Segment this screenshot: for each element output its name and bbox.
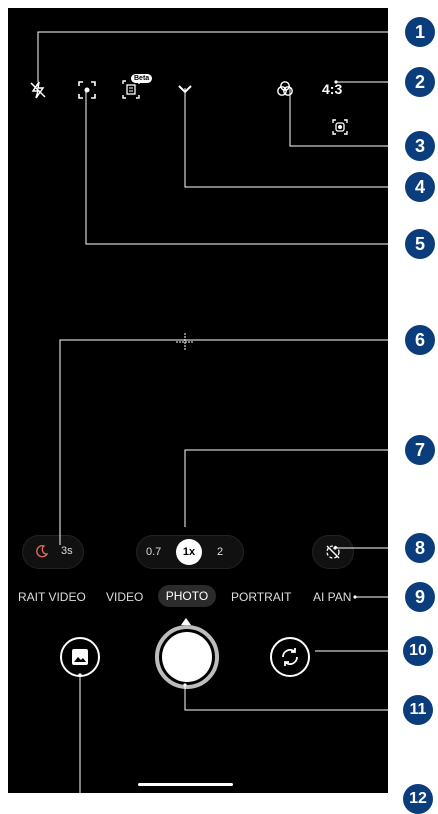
callout-lines (37, 31, 405, 801)
callout-1: 1 (405, 17, 435, 47)
callout-7: 7 (405, 435, 435, 465)
callout-4: 4 (405, 172, 435, 202)
callout-5: 5 (405, 229, 435, 259)
callout-8: 8 (405, 533, 435, 563)
callout-2: 2 (405, 67, 435, 97)
callout-11: 11 (403, 695, 433, 725)
callout-6: 6 (405, 325, 435, 355)
callout-9: 9 (405, 582, 435, 612)
callout-3: 3 (405, 131, 435, 161)
callout-12: 12 (403, 784, 433, 814)
callout-10: 10 (403, 636, 433, 666)
